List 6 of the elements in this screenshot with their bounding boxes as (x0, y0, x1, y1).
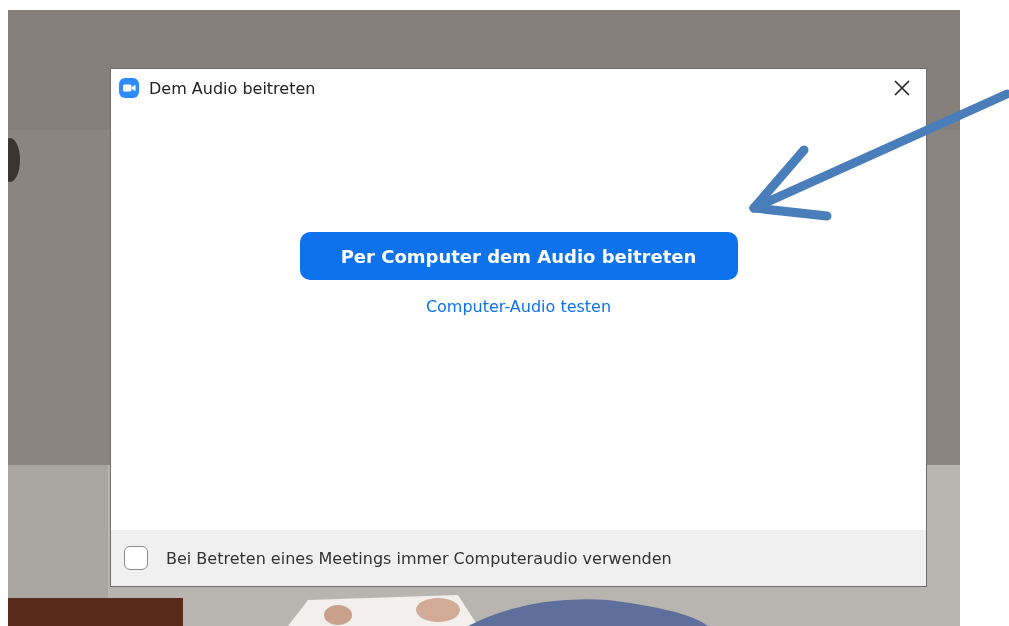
test-audio-link[interactable]: Computer-Audio testen (425, 297, 612, 316)
checkbox-label: Bei Betreten eines Meetings immer Computeraudio verwenden (166, 548, 672, 568)
video-camera-icon (119, 78, 139, 98)
join-audio-button[interactable]: Per Computer dem Audio beitreten (299, 232, 738, 280)
checkbox[interactable] (124, 546, 148, 570)
window-title: Dem Audio beitreten (149, 78, 317, 98)
